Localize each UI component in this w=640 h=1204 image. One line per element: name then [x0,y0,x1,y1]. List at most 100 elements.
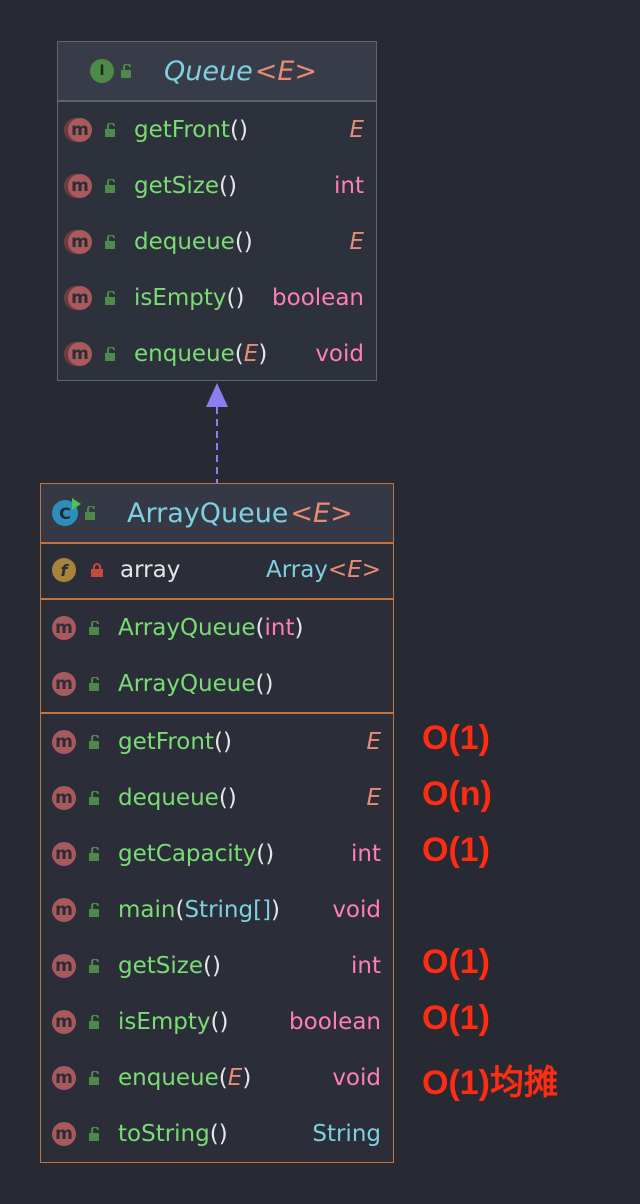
method-row[interactable]: m toString() String [52,1106,393,1162]
class-runnable-icon: C [52,498,81,526]
method-icon: m [52,1122,76,1146]
method-row[interactable]: m ArrayQueue() [52,656,393,712]
field-icon: f [52,558,76,582]
method-icon: m [52,730,76,754]
open-paren: ( [209,1121,219,1147]
method-return-type: void [332,897,381,923]
method-return-type: void [315,341,364,367]
public-lock-icon [89,1071,99,1085]
field-row[interactable]: f array Array<E> [52,542,393,598]
method-row[interactable]: m getSize() int [68,158,376,214]
close-paren: ) [294,615,304,641]
close-paren: ) [238,117,248,143]
close-paren: ) [227,785,237,811]
open-paren: ( [213,729,223,755]
public-lock-icon [89,847,99,861]
method-name: enqueue [118,1065,219,1091]
close-paren: ) [271,897,281,923]
method-return-type: void [332,1065,381,1091]
open-paren: ( [256,841,266,867]
complexity-annotation: O(1) [422,943,490,981]
public-lock-icon [89,1015,99,1029]
method-name: getFront [118,729,214,755]
open-paren: ( [202,953,212,979]
complexity-annotation: O(1)均摊 [422,1064,558,1102]
method-name: enqueue [134,341,235,367]
open-paren: ( [229,117,239,143]
method-name: ArrayQueue [118,615,256,641]
complexity-annotation: O(1) [422,719,490,757]
public-lock-icon [89,1127,99,1141]
public-lock-icon [89,903,99,917]
method-name: main [118,897,176,923]
method-icon: m [52,1066,76,1090]
public-lock-icon [89,791,99,805]
public-lock-icon [105,235,115,249]
method-icon: m [52,954,76,978]
method-row[interactable]: m dequeue() E [52,770,393,826]
method-param-type: E [227,1065,243,1091]
method-row[interactable]: m enqueue(E) void [68,326,376,382]
field-type-param: <E> [327,557,381,583]
method-name: isEmpty [134,285,227,311]
open-paren: ( [175,897,185,923]
method-name: getCapacity [118,841,257,867]
method-row[interactable]: m main(String[]) void [52,882,393,938]
method-return-type: E [366,785,381,811]
method-row[interactable]: m isEmpty() boolean [52,994,393,1050]
public-lock-icon [105,179,115,193]
public-lock-icon [89,677,99,691]
class-type-param: <E> [290,497,353,529]
open-paren: ( [226,285,236,311]
method-name: dequeue [118,785,219,811]
arrow-head-icon [206,383,228,407]
method-name: getSize [134,173,219,199]
complexity-annotation: O(1) [422,999,490,1037]
method-name: toString [118,1121,210,1147]
method-row[interactable]: m ArrayQueue(int) [52,600,393,656]
method-icon: m [52,842,76,866]
public-lock-icon [105,123,115,137]
field-type: Array [265,557,328,583]
method-return-type: int [351,841,381,867]
close-paren: ) [222,729,232,755]
open-paren: ( [234,229,244,255]
method-row[interactable]: m getSize() int [52,938,393,994]
method-return-type: boolean [289,1009,381,1035]
public-lock-icon [89,735,99,749]
method-icon: m [68,118,92,142]
method-row[interactable]: m getFront() E [52,714,393,770]
method-icon: m [52,672,76,696]
queue-interface-box[interactable]: I Queue <E> m getFront() Em getSize() int m de… [57,41,377,381]
method-param-type: String[] [184,897,272,923]
queue-interface-header: I Queue <E> [58,42,376,102]
interface-type-param: <E> [254,55,318,87]
interface-name: Queue [164,55,253,87]
method-param-type: int [264,615,295,641]
public-lock-icon [105,291,115,305]
static-method-icon: m [52,898,76,922]
method-row[interactable]: m getCapacity() int [52,826,393,882]
close-paren: ) [235,285,245,311]
open-paren: ( [210,1009,220,1035]
method-row[interactable]: m enqueue(E) void [52,1050,393,1106]
open-paren: ( [255,615,265,641]
public-lock-icon [85,506,95,520]
class-header: C ArrayQueue <E> [41,484,393,544]
close-paren: ) [211,953,221,979]
arrayqueue-class-box[interactable]: C ArrayQueue <E> f array Array<E> m Array… [40,483,394,1163]
method-row[interactable]: m isEmpty() boolean [68,270,376,326]
open-paren: ( [218,173,228,199]
method-icon: m [68,174,92,198]
method-icon: m [68,230,92,254]
close-paren: ) [242,1065,252,1091]
method-return-type: boolean [272,285,364,311]
method-row[interactable]: m getFront() E [68,102,376,158]
method-row[interactable]: m dequeue() E [68,214,376,270]
class-name: ArrayQueue [127,497,289,529]
method-return-type: String [312,1121,381,1147]
public-lock-icon [105,347,115,361]
constructor-separator [41,712,393,714]
method-name: getSize [118,953,203,979]
open-paren: ( [218,1065,228,1091]
